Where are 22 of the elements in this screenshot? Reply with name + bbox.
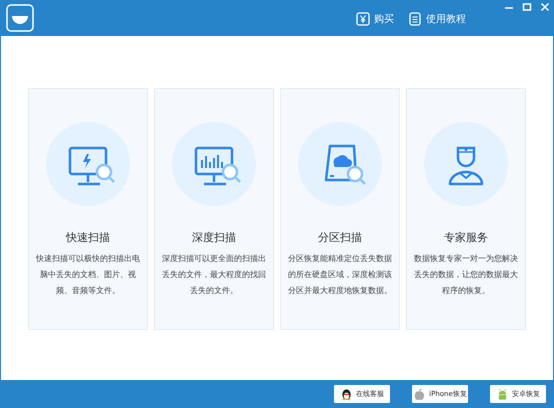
yen-icon <box>356 12 370 26</box>
app-logo-icon <box>6 4 34 32</box>
buy-button[interactable]: 购买 <box>356 12 394 26</box>
card-description: 深度扫描可以更全面的扫描出丢失的文件，最大程度的找回丢失的文件。 <box>162 253 266 297</box>
feature-card[interactable]: 深度扫描 深度扫描可以更全面的扫描出丢失的文件，最大程度的找回丢失的文件。 <box>154 88 274 330</box>
card-title: 快速扫描 <box>66 230 110 245</box>
feature-card[interactable]: 专家服务 数据恢复专家一对一为您解决丢失的数据，让您的数据最大程序的恢复。 <box>406 88 526 330</box>
tutorial-button[interactable]: 使用教程 <box>408 12 466 26</box>
apple-icon <box>413 388 426 400</box>
card-title: 深度扫描 <box>192 230 236 245</box>
document-icon <box>408 12 422 26</box>
maximize-icon <box>522 2 532 12</box>
card-title: 分区扫描 <box>318 230 362 245</box>
android-robot-icon <box>496 388 509 400</box>
card-description: 分区恢复能精准定位丢失数据的所在硬盘区域，深度检测该分区并最大程度地恢复数据。 <box>288 253 392 297</box>
card-description: 数据恢复专家一对一为您解决丢失的数据，让您的数据最大程序的恢复。 <box>414 253 518 297</box>
close-icon <box>540 2 550 12</box>
feature-card[interactable]: 快速扫描 快速扫描可以极快的扫描出电脑中丢失的文档、图片、视频、音频等文件。 <box>28 88 148 330</box>
card-description: 快速扫描可以极快的扫描出电脑中丢失的文档、图片、视频、音频等文件。 <box>36 253 140 297</box>
card-title: 专家服务 <box>444 230 488 245</box>
penguin-icon <box>340 388 353 400</box>
feature-card[interactable]: 分区扫描 分区恢复能精准定位丢失数据的所在硬盘区域，深度检测该分区并最大程度地恢复数据。 <box>280 88 400 330</box>
